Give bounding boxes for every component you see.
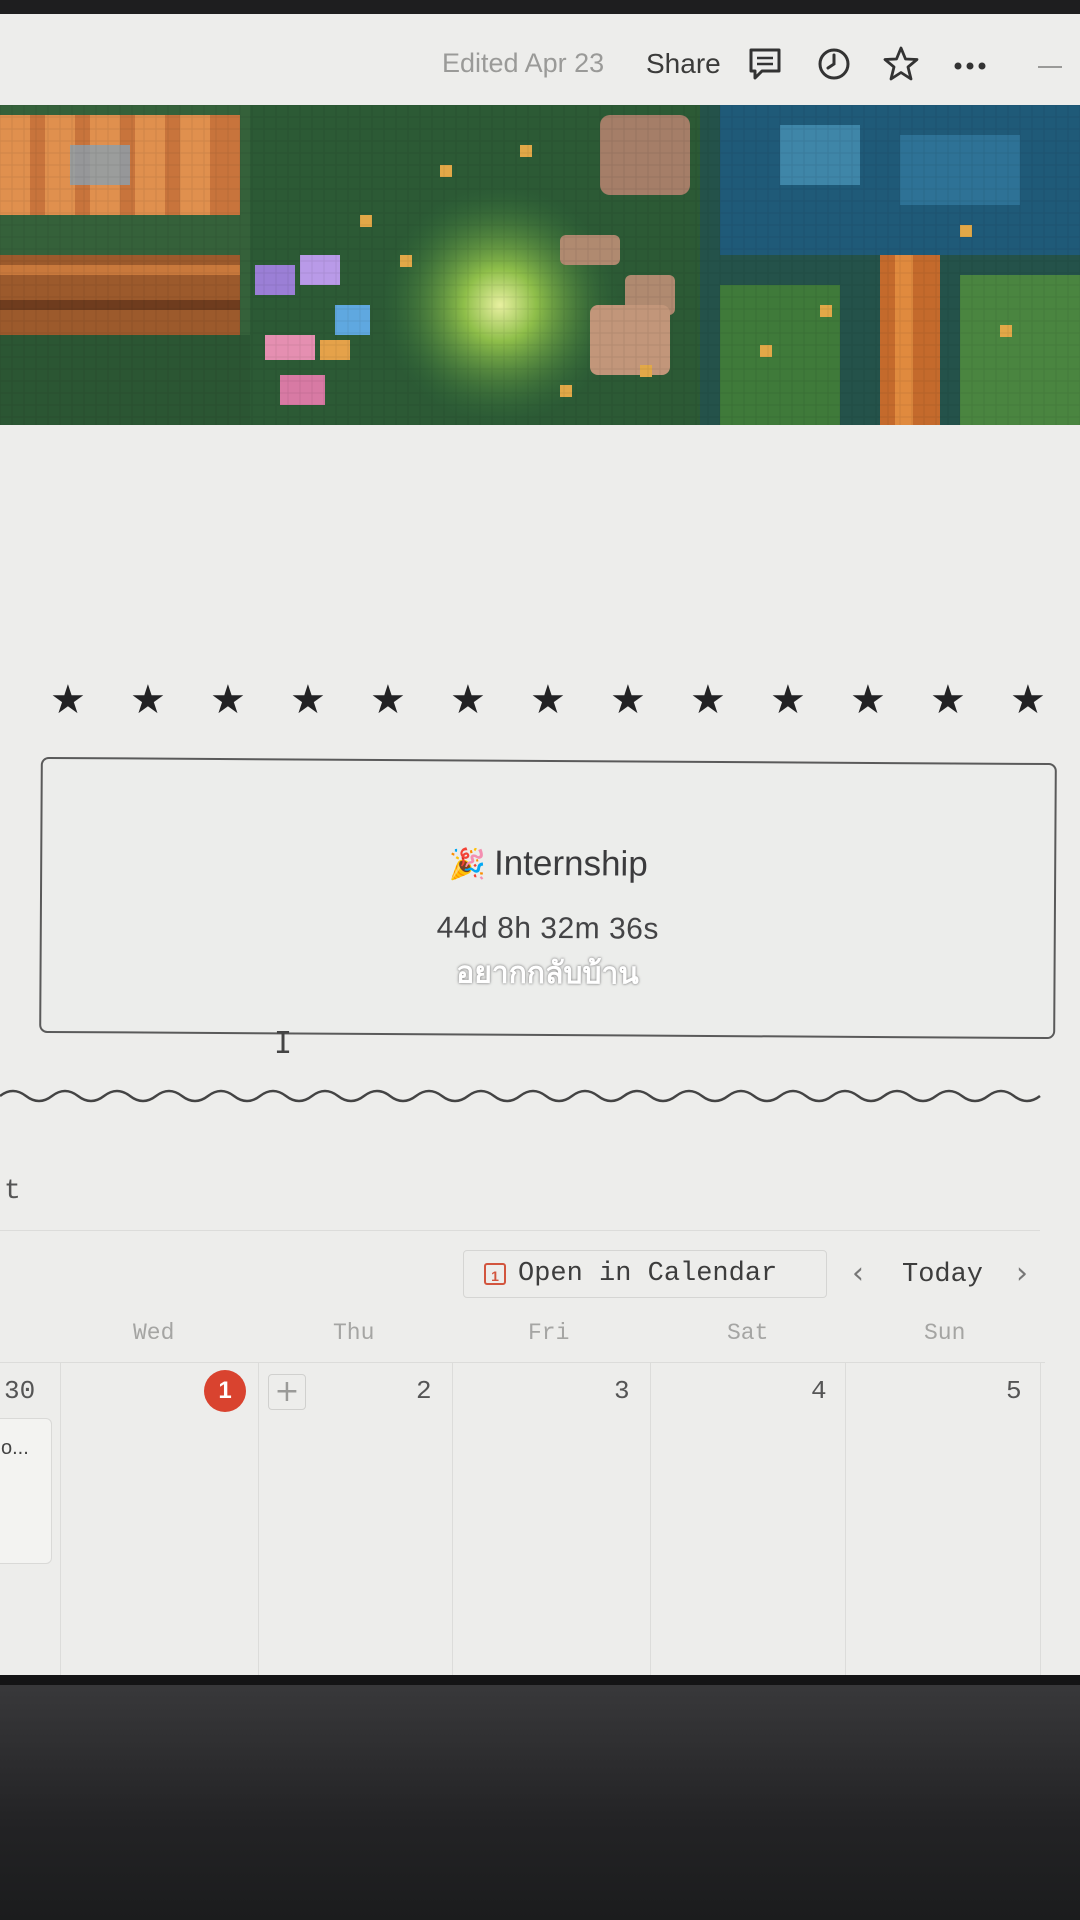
event-title-fragment: o... [1,1437,29,1459]
star-decoration-icon: ★ [770,677,806,723]
countdown-caption: อยากกลับบ้าน [456,955,639,992]
calendar-grid-line [650,1362,651,1675]
star-decoration-icon: ★ [530,677,566,723]
weekday-label: Sun [924,1320,966,1346]
calendar-grid-line [60,1362,61,1675]
cover-image [0,105,1080,425]
star-decoration-icon: ★ [210,677,246,723]
today-day-badge[interactable]: 1 [204,1370,246,1412]
share-button[interactable]: Share [646,48,721,80]
calendar-grid-line [845,1362,846,1675]
calendar-grid-line [452,1362,453,1675]
add-event-button[interactable]: + [268,1374,306,1410]
section-divider [0,1230,1040,1231]
countdown-timer: 44d 8h 32m 36s [436,911,659,946]
laptop-bezel-bottom [0,1675,1080,1920]
calendar-day-number[interactable]: 2 [416,1376,432,1406]
star-decoration-icon: ★ [850,677,886,723]
star-decoration-icon: ★ [130,677,166,723]
calendar-day-number[interactable]: 30 [4,1376,35,1406]
star-decoration-icon: ★ [930,677,966,723]
star-icon[interactable] [881,44,921,84]
comment-icon[interactable] [745,44,785,84]
page-topbar: Edited Apr 23 Share [0,14,1080,104]
weekday-label: Sat [727,1320,769,1346]
text-cursor-icon: I [274,1026,293,1061]
chevron-left-icon[interactable]: ‹ [852,1256,864,1291]
calendar-day-number[interactable]: 5 [1006,1376,1022,1406]
star-decoration-icon: ★ [690,677,726,723]
weekday-label: Thu [333,1320,375,1346]
wavy-divider [0,1089,1041,1103]
star-divider: ★ ★ ★ ★ ★ ★ ★ ★ ★ ★ ★ ★ ★ [0,680,1080,720]
section-heading-fragment: t [4,1176,21,1207]
countdown-widget[interactable]: 🎉 Internship 44d 8h 32m 36s อยากกลับบ้าน [39,756,1057,1040]
collapse-icon[interactable] [1038,66,1062,68]
open-in-calendar-label: Open in Calendar [518,1259,778,1289]
chevron-right-icon[interactable]: › [1016,1256,1028,1291]
countdown-title: 🎉 Internship [42,841,1054,887]
star-decoration-icon: ★ [290,677,326,723]
today-button[interactable]: Today [902,1260,983,1290]
more-icon[interactable] [950,44,990,84]
star-decoration-icon: ★ [450,677,486,723]
star-decoration-icon: ★ [610,677,646,723]
star-decoration-icon: ★ [370,677,406,723]
countdown-title-text: Internship [493,843,648,884]
calendar-icon: 1 [484,1263,506,1285]
laptop-screen: Edited Apr 23 Share ★ ★ ★ ★ ★ ★ ★ ★ ★ ★ … [0,0,1080,1675]
history-icon[interactable] [814,44,854,84]
star-decoration-icon: ★ [1010,677,1046,723]
party-popper-icon: 🎉 [448,847,487,883]
calendar-event-card[interactable]: o... [0,1418,52,1564]
edited-timestamp: Edited Apr 23 [442,48,605,78]
weekday-label: Fri [528,1320,570,1346]
calendar-grid-line [0,1362,1045,1363]
calendar-grid-line [1040,1362,1041,1675]
bezel-lip [0,1675,1080,1685]
open-in-calendar-button[interactable]: 1 Open in Calendar [463,1250,827,1298]
calendar-grid-line [258,1362,259,1675]
calendar-day-number[interactable]: 4 [811,1376,827,1406]
calendar-day-number[interactable]: 3 [614,1376,630,1406]
star-decoration-icon: ★ [50,677,86,723]
weekday-label: Wed [133,1320,175,1346]
laptop-bezel-top [0,0,1080,14]
